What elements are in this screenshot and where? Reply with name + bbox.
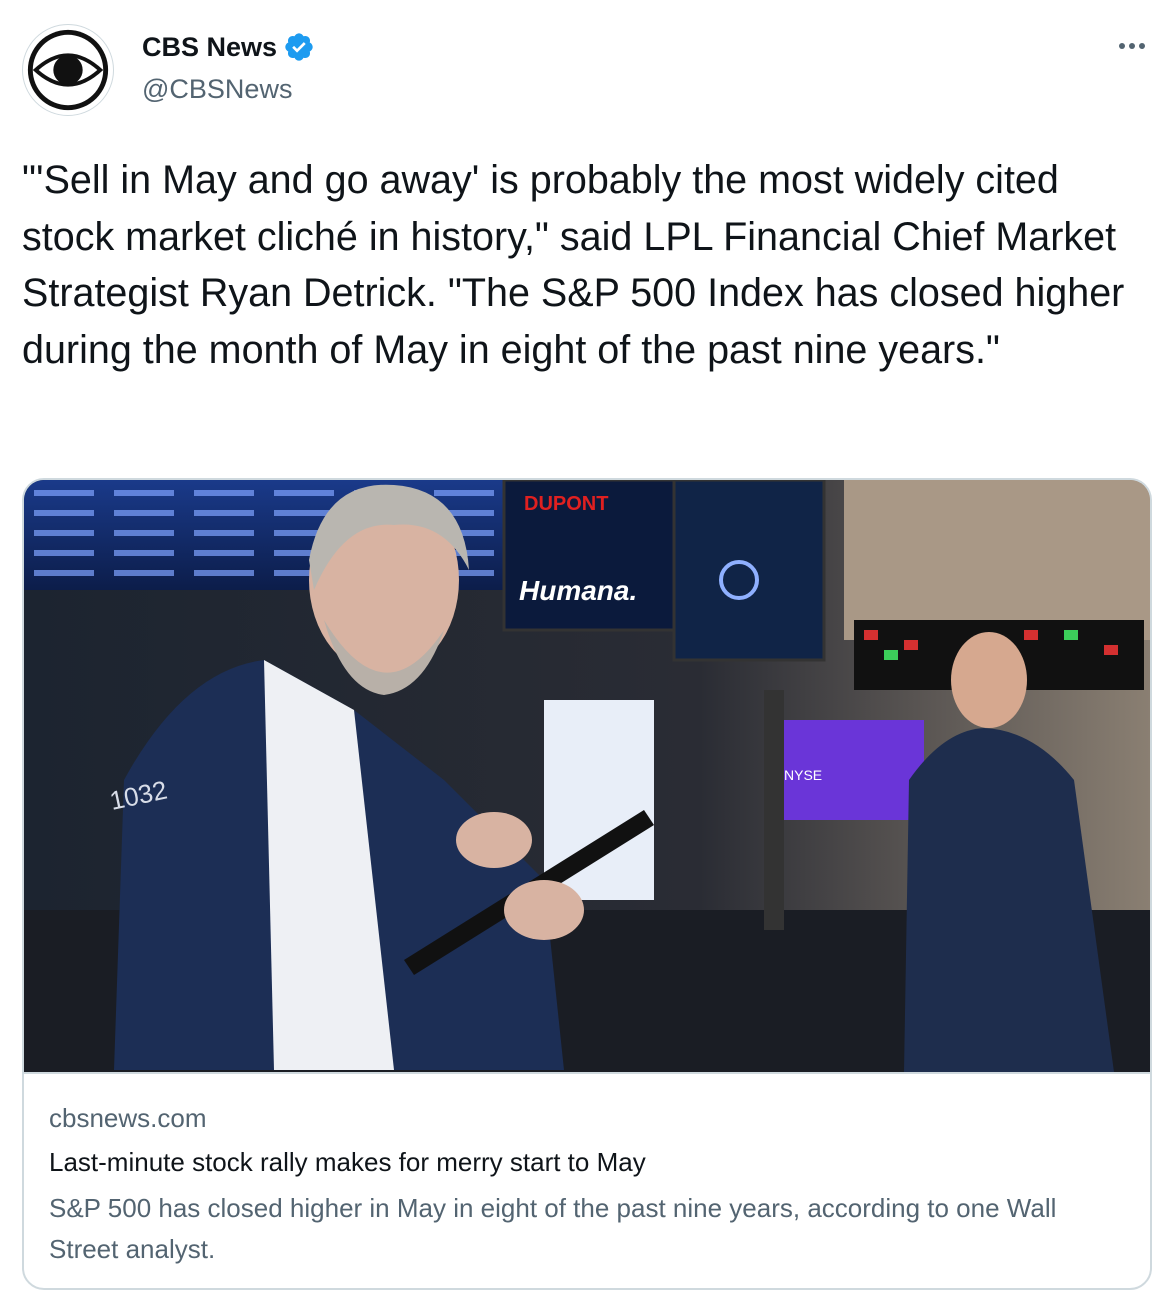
author-name-row[interactable]: CBS News bbox=[142, 30, 315, 64]
link-card[interactable]: DUPONT Humana. NYSE 1032 cbsnews.com Las… bbox=[22, 478, 1152, 1290]
display-name[interactable]: CBS News bbox=[142, 30, 277, 64]
more-dot bbox=[1129, 43, 1135, 49]
ticker-label: NYSE bbox=[784, 767, 822, 783]
tweet-text: "'Sell in May and go away' is probably t… bbox=[22, 158, 1125, 372]
ticker-label: DUPONT bbox=[524, 493, 608, 515]
more-dot bbox=[1139, 43, 1145, 49]
more-horizontal-icon bbox=[1119, 43, 1125, 49]
card-image[interactable]: DUPONT Humana. NYSE 1032 bbox=[24, 480, 1150, 1072]
card-domain: cbsnews.com bbox=[49, 1103, 207, 1133]
handle[interactable]: @CBSNews bbox=[142, 72, 292, 106]
card-title[interactable]: Last-minute stock rally makes for merry … bbox=[49, 1146, 646, 1178]
more-options-button[interactable] bbox=[1112, 36, 1152, 56]
ticker-label: Humana. bbox=[519, 575, 637, 606]
avatar[interactable] bbox=[22, 24, 114, 116]
card-description: S&P 500 has closed higher in May in eigh… bbox=[49, 1193, 1057, 1264]
cbs-eye-logo-icon bbox=[27, 29, 109, 111]
verified-badge-icon bbox=[285, 33, 313, 61]
card-divider bbox=[24, 1072, 1150, 1074]
